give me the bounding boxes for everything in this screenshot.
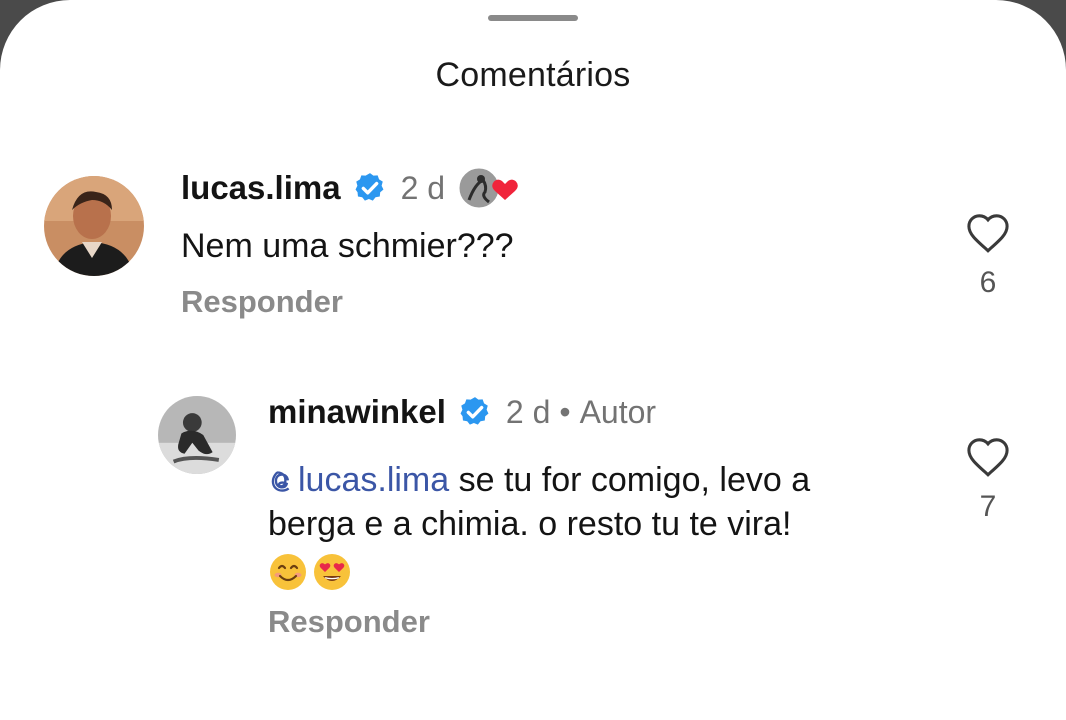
like-column: 7 [958, 436, 1018, 524]
comment-text-line1: se tu for comigo, levo a [449, 461, 811, 499]
comment-text-line2: berga e a chimia. o resto tu te vira! [268, 505, 792, 543]
comment-text: Nem uma schmier??? [181, 227, 514, 265]
comment-time: 2 d [505, 393, 551, 430]
mention-link[interactable]: lucas.lima [268, 461, 449, 499]
threads-icon [271, 471, 290, 492]
like-count: 7 [979, 490, 997, 523]
verified-badge-icon [353, 171, 387, 205]
author-label: Autor [579, 393, 657, 430]
emoji-group [268, 552, 352, 592]
like-count: 6 [979, 266, 997, 299]
comment-time: 2 d [400, 169, 446, 206]
meta-separator: • [559, 393, 571, 430]
sheet-title: Comentários [435, 56, 631, 94]
username[interactable]: lucas.lima [181, 169, 341, 207]
avatar[interactable] [158, 396, 236, 474]
verified-badge-icon [458, 395, 492, 429]
username[interactable]: minawinkel [268, 393, 446, 431]
author-liked-icon [457, 166, 521, 210]
reply-button[interactable]: Responder [181, 284, 343, 320]
drag-handle[interactable] [488, 15, 578, 21]
heart-icon[interactable] [958, 436, 1018, 478]
smiling-face-emoji [270, 554, 306, 591]
comments-sheet: Comentários lucas.lima 2 d Nem uma schmi… [0, 0, 1066, 720]
comment-header: minawinkel 2 d • Autor [268, 390, 656, 434]
comment-header: lucas.lima 2 d [181, 166, 521, 210]
like-column: 6 [958, 212, 1018, 300]
mention-username: lucas.lima [298, 461, 450, 499]
heart-icon[interactable] [958, 212, 1018, 254]
comment-text: lucas.lima se tu for comigo, levo a berg… [268, 458, 948, 592]
reply-button[interactable]: Responder [268, 604, 430, 640]
avatar[interactable] [44, 176, 144, 276]
heart-eyes-emoji [314, 554, 350, 591]
